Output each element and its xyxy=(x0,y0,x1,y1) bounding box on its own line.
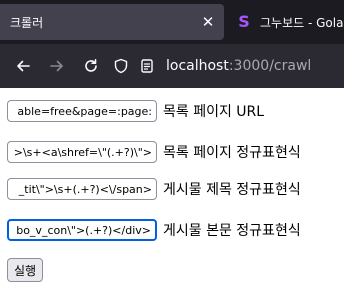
back-button[interactable] xyxy=(10,53,36,79)
url-host: localhost xyxy=(166,58,229,74)
form-row-list-regex: 목록 페이지 정규표현식 xyxy=(7,140,301,164)
url-text: localhost:3000/crawl xyxy=(166,58,311,74)
close-icon[interactable]: ✕ xyxy=(198,12,218,32)
tab-strip: 크롤러 ✕ S 그누보드 - Golang xyxy=(0,0,344,44)
run-button[interactable]: 실행 xyxy=(7,258,44,282)
nav-bar: localhost:3000/crawl xyxy=(0,44,344,88)
list-url-input[interactable] xyxy=(7,100,157,122)
shield-icon[interactable] xyxy=(110,55,132,77)
list-regex-input[interactable] xyxy=(7,141,157,163)
tab-gnuboard[interactable]: S 그누보드 - Golang xyxy=(232,4,344,40)
arrow-left-icon xyxy=(17,60,30,72)
body-regex-input[interactable] xyxy=(7,219,157,241)
reload-button[interactable] xyxy=(78,53,104,79)
title-regex-label: 게시물 제목 정규표현식 xyxy=(163,182,301,198)
form-row-body-regex: 게시물 본문 정규표현식 xyxy=(7,218,301,242)
page-content: 목록 페이지 URL 목록 페이지 정규표현식 게시물 제목 정규표현식 게시물… xyxy=(0,88,344,302)
tab-title: 그누보드 - Golang xyxy=(260,15,344,30)
page-info-icon[interactable] xyxy=(136,55,158,77)
body-regex-label: 게시물 본문 정규표현식 xyxy=(163,223,301,239)
title-regex-input[interactable] xyxy=(7,178,157,200)
url-path: :3000/crawl xyxy=(228,58,312,74)
address-bar[interactable]: localhost:3000/crawl xyxy=(110,50,344,82)
forward-button[interactable] xyxy=(44,53,70,79)
list-regex-label: 목록 페이지 정규표현식 xyxy=(163,145,301,161)
arrow-right-icon xyxy=(50,60,63,72)
tab-title: 크롤러 xyxy=(10,15,44,30)
form-row-list-url: 목록 페이지 URL xyxy=(7,99,264,123)
reload-icon xyxy=(85,59,97,72)
site-favicon-icon: S xyxy=(238,12,250,31)
tab-crawler[interactable]: 크롤러 ✕ xyxy=(0,4,224,40)
form-row-title-regex: 게시물 제목 정규표현식 xyxy=(7,177,301,201)
list-url-label: 목록 페이지 URL xyxy=(163,104,265,120)
